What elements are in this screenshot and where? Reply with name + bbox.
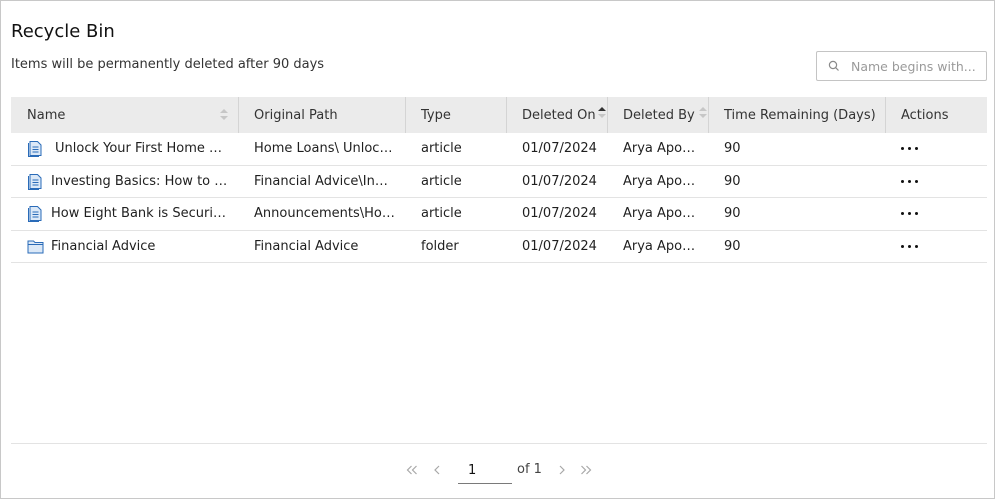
item-type: article (421, 141, 462, 157)
search-box[interactable] (816, 51, 987, 81)
footer-divider (11, 443, 987, 444)
table-row[interactable]: Unlock Your First Home with Ease Home Lo… (11, 133, 987, 166)
deleted-on: 01/07/2024 (522, 173, 597, 189)
table-row[interactable]: Investing Basics: How to Start Financial… (11, 166, 987, 198)
more-actions-icon[interactable] (901, 143, 918, 154)
item-name: Investing Basics: How to Start (51, 173, 228, 189)
sort-icon[interactable] (220, 109, 228, 124)
time-remaining: 90 (724, 173, 741, 189)
deleted-on: 01/07/2024 (522, 141, 597, 157)
more-actions-icon[interactable] (901, 241, 918, 252)
column-header-name[interactable]: Name (11, 97, 238, 133)
item-type: article (421, 173, 462, 189)
sort-ascending-icon[interactable] (597, 106, 606, 122)
time-remaining: 90 (724, 206, 741, 222)
article-icon (27, 172, 45, 190)
more-actions-icon[interactable] (901, 208, 918, 219)
original-path: Home Loans\ Unlock Your First Home (254, 141, 395, 157)
deleted-by: Arya Apoorva (623, 173, 698, 189)
table-row[interactable]: Financial Advice Financial Advice folder… (11, 231, 987, 263)
page-count-label: of 1 (517, 462, 542, 477)
column-header-type[interactable]: Type (405, 97, 506, 133)
first-page-icon[interactable] (404, 461, 420, 479)
table-row[interactable]: How Eight Bank is Securing Your Data Ann… (11, 198, 987, 231)
column-header-deleted-by[interactable]: Deleted By (607, 97, 708, 133)
recycle-bin-panel: Recycle Bin Items will be permanently de… (0, 0, 995, 499)
recycle-bin-table: Name Original Path Type Deleted On Delet… (11, 97, 987, 263)
article-icon (27, 205, 45, 223)
folder-icon (27, 237, 45, 255)
last-page-icon[interactable] (578, 461, 594, 479)
item-name: Unlock Your First Home with Ease (55, 141, 228, 157)
column-header-deleted-on[interactable]: Deleted On (506, 97, 607, 133)
more-actions-icon[interactable] (901, 176, 918, 187)
next-page-icon[interactable] (554, 461, 570, 479)
page-title: Recycle Bin (11, 21, 115, 42)
original-path: Financial Advice\Investing Basics (254, 173, 395, 189)
deleted-by: Arya Apoorva (623, 141, 698, 157)
article-icon (27, 140, 45, 158)
item-type: folder (421, 238, 459, 254)
previous-page-icon[interactable] (429, 461, 445, 479)
deleted-on: 01/07/2024 (522, 238, 597, 254)
deleted-by: Arya Apoorva (623, 238, 698, 254)
page-subtitle: Items will be permanently deleted after … (11, 57, 325, 72)
table-header: Name Original Path Type Deleted On Delet… (11, 97, 987, 133)
search-input[interactable] (851, 58, 981, 74)
column-header-original-path[interactable]: Original Path (238, 97, 405, 133)
pagination: of 1 (1, 455, 995, 485)
deleted-by: Arya Apoorva (623, 206, 698, 222)
page-number-input[interactable] (458, 458, 512, 484)
column-header-time-remaining[interactable]: Time Remaining (Days) (708, 97, 885, 133)
column-header-actions: Actions (885, 97, 987, 133)
item-name: Financial Advice (51, 238, 156, 254)
item-name: How Eight Bank is Securing Your Data (51, 206, 228, 222)
original-path: Financial Advice (254, 238, 359, 254)
time-remaining: 90 (724, 141, 741, 157)
deleted-on: 01/07/2024 (522, 206, 597, 222)
item-type: article (421, 206, 462, 222)
search-icon (817, 60, 851, 72)
original-path: Announcements\How Eight Bank (254, 206, 395, 222)
time-remaining: 90 (724, 238, 741, 254)
sort-icon[interactable] (698, 106, 707, 122)
